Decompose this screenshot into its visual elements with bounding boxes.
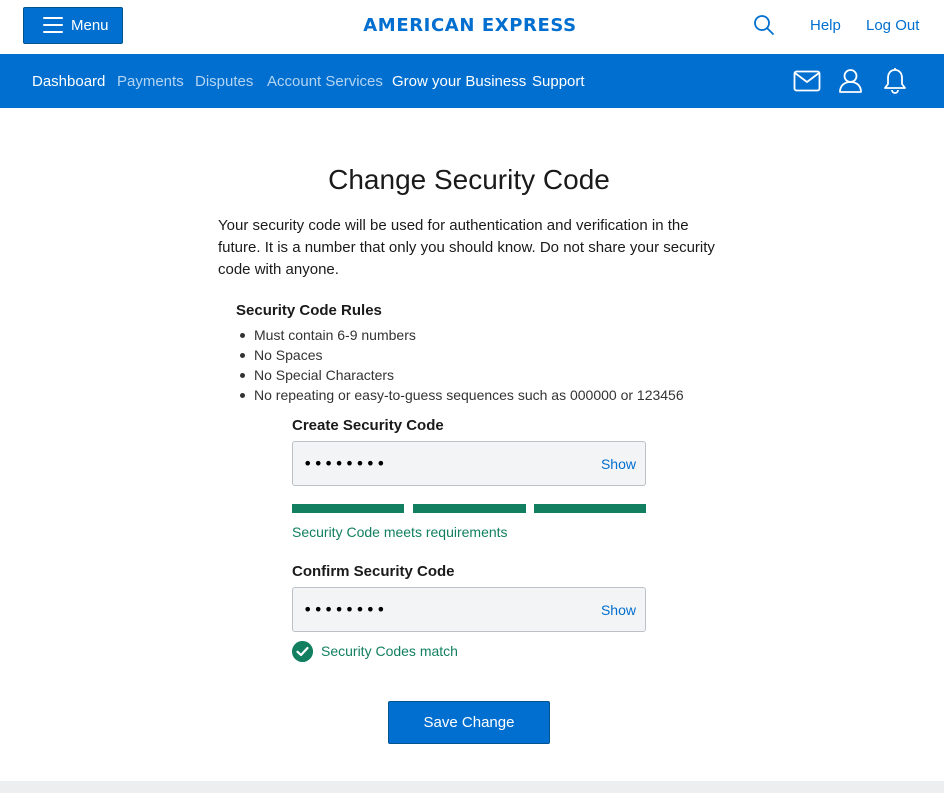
create-code-label: Create Security Code — [292, 417, 444, 434]
strength-segment-1 — [292, 504, 404, 513]
confirm-code-label: Confirm Security Code — [292, 563, 455, 580]
menu-button-label: Menu — [71, 17, 109, 34]
nav-payments[interactable]: Payments — [117, 73, 184, 90]
rules-heading: Security Code Rules — [236, 302, 382, 319]
create-code-field[interactable]: •••••••• Show — [292, 441, 646, 486]
rule-item: No Spaces — [236, 345, 684, 365]
help-link[interactable]: Help — [810, 17, 841, 34]
strength-segment-3 — [534, 504, 646, 513]
rule-item: No Special Characters — [236, 365, 684, 385]
confirm-code-field[interactable]: •••••••• Show — [292, 587, 646, 632]
nav-account-services[interactable]: Account Services — [267, 73, 383, 90]
create-code-value[interactable]: •••••••• — [303, 454, 387, 473]
intro-text: Your security code will be used for auth… — [218, 217, 715, 278]
page-title: Change Security Code — [328, 164, 610, 195]
menu-button[interactable]: Menu — [23, 7, 123, 44]
strength-message: Security Code meets requirements — [292, 524, 508, 540]
mail-icon[interactable] — [793, 70, 821, 92]
bell-icon[interactable] — [883, 67, 907, 95]
footer-strip — [0, 781, 944, 793]
top-bar: Menu AMERICAN EXPRESS Help Log Out — [0, 0, 944, 54]
nav-grow-your-business[interactable]: Grow your Business — [392, 73, 526, 90]
save-change-button[interactable]: Save Change — [388, 701, 550, 744]
brand-logo[interactable]: AMERICAN EXPRESS — [330, 15, 610, 36]
main-nav: Dashboard Payments Disputes Account Serv… — [0, 54, 944, 108]
search-icon[interactable] — [753, 14, 775, 36]
confirm-code-value[interactable]: •••••••• — [303, 600, 387, 619]
rule-item: No repeating or easy-to-guess sequences … — [236, 385, 684, 405]
logout-link[interactable]: Log Out — [866, 17, 919, 34]
nav-dashboard[interactable]: Dashboard — [32, 73, 105, 90]
create-code-show-button[interactable]: Show — [601, 456, 636, 472]
strength-segment-2 — [413, 504, 526, 513]
hamburger-icon — [43, 17, 63, 33]
match-message: Security Codes match — [321, 643, 458, 659]
nav-support[interactable]: Support — [532, 73, 585, 90]
profile-icon[interactable] — [838, 68, 863, 93]
rule-item: Must contain 6-9 numbers — [236, 325, 684, 345]
checkmark-icon — [292, 641, 313, 662]
rules-list: Must contain 6-9 numbers No Spaces No Sp… — [236, 325, 684, 405]
confirm-code-show-button[interactable]: Show — [601, 602, 636, 618]
nav-disputes[interactable]: Disputes — [195, 73, 253, 90]
